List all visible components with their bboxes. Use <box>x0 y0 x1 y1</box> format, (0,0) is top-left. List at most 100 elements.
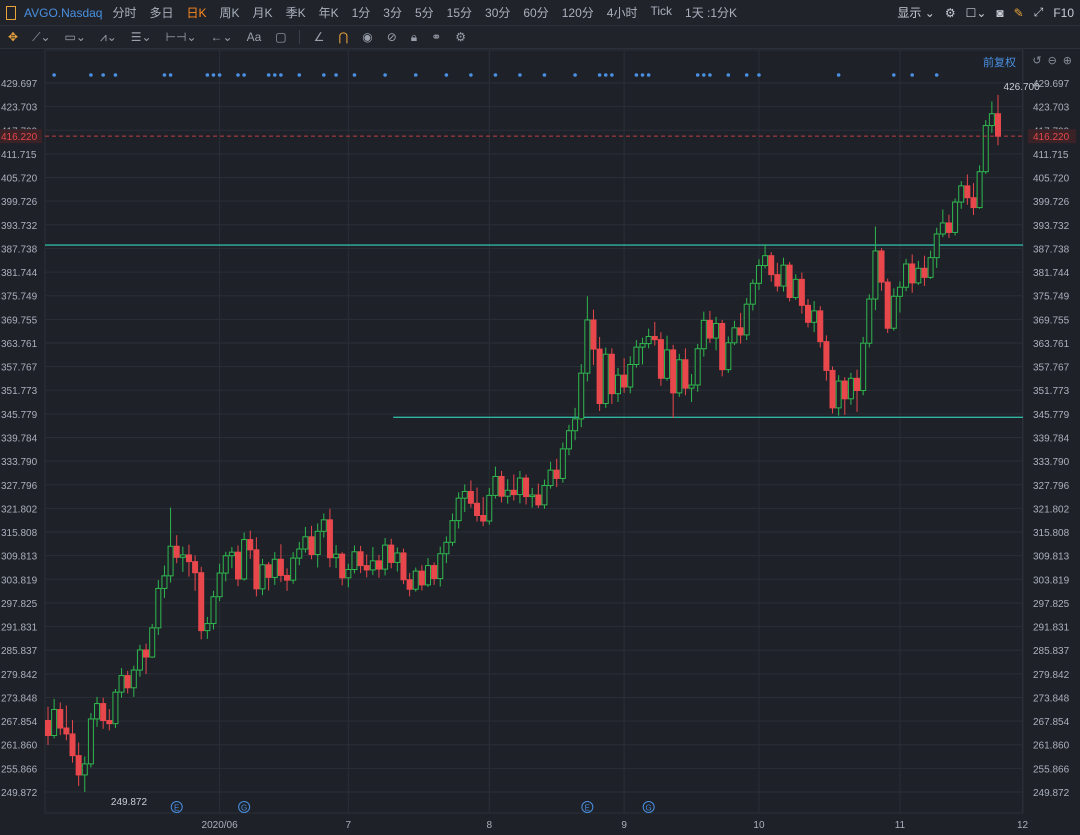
candle <box>694 343 701 392</box>
candle-body <box>375 560 382 570</box>
range-tool-icon[interactable]: ⊢⊣⌄ <box>166 30 197 44</box>
period-tab[interactable]: 1分 <box>352 4 371 21</box>
candle-body <box>700 319 707 350</box>
high-price-label: 426.700 <box>1004 82 1041 93</box>
fullscreen-icon[interactable]: ⤢ <box>1034 5 1044 20</box>
candle <box>909 254 916 293</box>
candle <box>516 470 523 504</box>
candle-body <box>363 565 370 571</box>
candle-body <box>657 339 664 379</box>
candle <box>780 257 787 292</box>
hide-tool-icon[interactable]: ⊘ <box>387 30 397 44</box>
period-tab[interactable]: 3分 <box>383 4 402 21</box>
period-tab[interactable]: 日K <box>187 4 207 21</box>
candle-body <box>725 342 732 371</box>
candle-body <box>596 348 603 405</box>
candle-body <box>290 557 297 581</box>
period-tab[interactable]: 30分 <box>485 4 510 21</box>
low-price-label: 249.872 <box>111 797 148 808</box>
magnet-tool-icon[interactable]: ⋂ <box>338 30 348 44</box>
eye-tool-icon[interactable]: ◉ <box>362 30 372 44</box>
candle-body <box>841 380 848 400</box>
pattern-tool-icon[interactable]: ⩘⌄ <box>100 30 117 45</box>
y-tick-label: 297.825 <box>1 599 38 610</box>
y-tick-label: 345.779 <box>1033 410 1070 421</box>
event-dot <box>610 73 614 77</box>
candle <box>811 301 818 333</box>
candle <box>584 296 591 382</box>
y-tick-label: 345.779 <box>1 410 38 421</box>
period-tab[interactable]: 年K <box>319 4 339 21</box>
period-tab[interactable]: 分时 <box>112 4 136 21</box>
candle <box>854 369 861 412</box>
candle-body <box>87 718 94 765</box>
period-tab[interactable]: 4小时 <box>607 4 638 21</box>
x-tick-label: 8 <box>487 820 493 831</box>
candle-body <box>185 554 192 563</box>
event-dot <box>836 73 841 77</box>
symbol-label[interactable]: AVGO.Nasdaq <box>24 6 102 20</box>
ruler-tool-icon[interactable]: ∠ <box>314 30 325 44</box>
lock-tool-icon[interactable]: 🔒︎ <box>411 30 417 45</box>
period-tab[interactable]: 5分 <box>415 4 434 21</box>
candle-body <box>510 489 517 496</box>
pencil-icon[interactable]: ✎ <box>1014 6 1024 20</box>
display-button[interactable]: 显示 ⌄ <box>897 4 934 21</box>
move-tool-icon[interactable]: ✥ <box>8 30 18 44</box>
candles[interactable] <box>45 94 1001 792</box>
candle-body <box>553 469 560 479</box>
arrow-tool-icon[interactable]: ←⌄ <box>211 30 233 44</box>
candle-body <box>492 475 499 496</box>
fib-tool-icon[interactable]: ☰⌄ <box>131 30 152 44</box>
candle-body <box>192 561 199 574</box>
line-tool-icon[interactable]: ⟋⌄ <box>32 30 50 45</box>
camera-icon[interactable]: ◙ <box>996 6 1003 20</box>
event-dot <box>334 73 338 77</box>
candle <box>431 562 438 585</box>
candle-body <box>480 515 487 522</box>
y-tick-label: 261.860 <box>1033 741 1070 752</box>
period-tab[interactable]: 15分 <box>447 4 472 21</box>
event-dot <box>413 73 418 77</box>
note-tool-icon[interactable]: ▢ <box>275 30 286 44</box>
candle-body <box>351 551 358 571</box>
event-dot <box>297 73 302 77</box>
candle-body <box>69 733 76 757</box>
candle-body <box>694 348 701 386</box>
period-tab[interactable]: 月K <box>253 4 273 21</box>
candle-body <box>161 575 168 589</box>
checkbox-icon[interactable]: ☐⌄ <box>966 6 987 20</box>
candle <box>774 262 781 292</box>
candle-body <box>308 536 315 556</box>
candle-body <box>504 489 511 497</box>
y-tick-label: 381.744 <box>1 268 38 279</box>
y-tick-label: 249.872 <box>1033 788 1070 799</box>
candle-body <box>964 185 971 199</box>
period-tab[interactable]: 1天 :1分K <box>685 4 737 21</box>
y-tick-label: 339.784 <box>1033 434 1070 445</box>
settings-tool-icon[interactable]: ⚙ <box>455 30 466 44</box>
period-tab[interactable]: 季K <box>286 4 306 21</box>
candle-body <box>749 282 756 305</box>
link-tool-icon[interactable]: ⚭ <box>431 30 441 44</box>
period-tab[interactable]: 周K <box>220 4 240 21</box>
y-tick-label: 375.749 <box>1033 292 1070 303</box>
candle-body <box>94 703 101 720</box>
period-tab[interactable]: 60分 <box>523 4 548 21</box>
candle-body <box>394 552 401 563</box>
candle <box>688 373 695 402</box>
candle-body <box>112 691 119 725</box>
text-tool-icon[interactable]: Aa <box>247 30 262 44</box>
period-tab[interactable]: Tick <box>650 4 672 21</box>
candlestick-chart[interactable]: 429.697429.697423.703423.703417.709417.7… <box>0 48 1080 835</box>
gear-icon[interactable]: ⚙ <box>945 6 956 20</box>
candle <box>130 665 137 697</box>
candle-body <box>51 708 58 737</box>
y-tick-label: 357.767 <box>1 363 38 374</box>
candle-body <box>412 570 419 590</box>
f10-button[interactable]: F10 <box>1053 6 1074 20</box>
period-tab[interactable]: 多日 <box>150 4 174 21</box>
period-tab[interactable]: 120分 <box>562 4 594 21</box>
rect-tool-icon[interactable]: ▭⌄ <box>65 30 86 44</box>
x-tick-label: 2020/06 <box>202 820 239 831</box>
